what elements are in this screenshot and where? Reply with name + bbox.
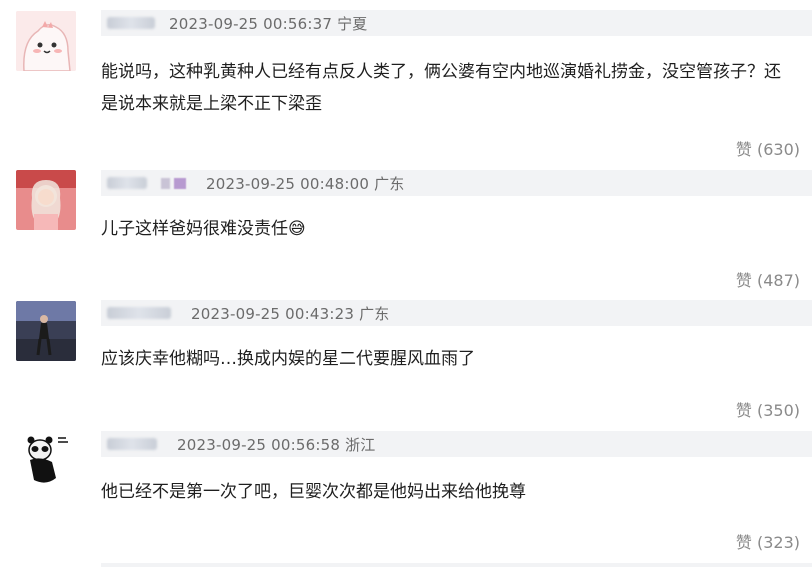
comment-text: 应该庆幸他糊吗…换成内娱的星二代要腥风血雨了 bbox=[101, 349, 475, 369]
comment-timestamp-location: 2023-09-25 00:43:23 广东 bbox=[191, 304, 390, 323]
username-blurred[interactable] bbox=[107, 177, 147, 189]
user-avatar[interactable] bbox=[16, 301, 76, 361]
comment-text: 能说吗，这种乳黄种人已经有点反人类了，俩公婆有空内地巡演婚礼捞金，没空管孩子？还… bbox=[101, 62, 781, 114]
comment-text: 儿子这样爸妈很难没责任😅 bbox=[101, 219, 306, 239]
dancer-photo-avatar-icon bbox=[16, 301, 76, 361]
comment-item: 2023-09-25 00:56:37 宁夏 能说吗，这种乳黄种人已经有点反人类… bbox=[0, 0, 812, 159]
username-blurred[interactable] bbox=[107, 17, 155, 29]
girl-photo-avatar-icon bbox=[16, 170, 76, 230]
comment-timestamp-location: 2023-09-25 00:56:58 浙江 bbox=[177, 435, 376, 454]
comment-meta-bar: 2023-09-25 00:56:37 宁夏 bbox=[101, 10, 812, 36]
cartoon-dinosaur-avatar-icon bbox=[16, 11, 76, 71]
comment-meta-bar: 2023-09-25 00:48:00 广东 bbox=[101, 170, 812, 196]
comment-item: 2023-09-25 00:43:23 广东 应该庆幸他糊吗…换成内娱的星二代要… bbox=[0, 295, 812, 426]
user-badge-icon bbox=[174, 177, 186, 189]
user-avatar[interactable] bbox=[16, 11, 76, 71]
comment-meta-bar: 2023-09-25 00:43:23 广东 bbox=[101, 300, 812, 326]
like-button[interactable]: 赞 (323) bbox=[736, 529, 800, 553]
username-blurred-fragment bbox=[161, 177, 170, 189]
comment-text: 他已经不是第一次了吧，巨婴次次都是他妈出来给他挽尊 bbox=[101, 482, 526, 502]
comment-item: 2023-09-25 00:48:00 广东 儿子这样爸妈很难没责任😅 赞 (4… bbox=[0, 165, 812, 296]
like-button[interactable]: 赞 (487) bbox=[736, 267, 800, 291]
like-button[interactable]: 赞 (630) bbox=[736, 136, 800, 160]
username-blurred[interactable] bbox=[107, 438, 157, 450]
user-avatar[interactable] bbox=[16, 430, 76, 490]
next-comment-meta-bar-edge bbox=[101, 563, 812, 567]
like-button[interactable]: 赞 (350) bbox=[736, 397, 800, 421]
comment-timestamp-location: 2023-09-25 00:48:00 广东 bbox=[206, 174, 405, 193]
comment-timestamp-location: 2023-09-25 00:56:37 宁夏 bbox=[169, 14, 368, 33]
comment-meta-bar: 2023-09-25 00:56:58 浙江 bbox=[101, 431, 812, 457]
panda-meme-avatar-icon bbox=[16, 430, 76, 490]
comment-item: 2023-09-25 00:56:58 浙江 他已经不是第一次了吧，巨婴次次都是… bbox=[0, 425, 812, 567]
username-blurred[interactable] bbox=[107, 307, 171, 319]
user-avatar[interactable] bbox=[16, 170, 76, 230]
